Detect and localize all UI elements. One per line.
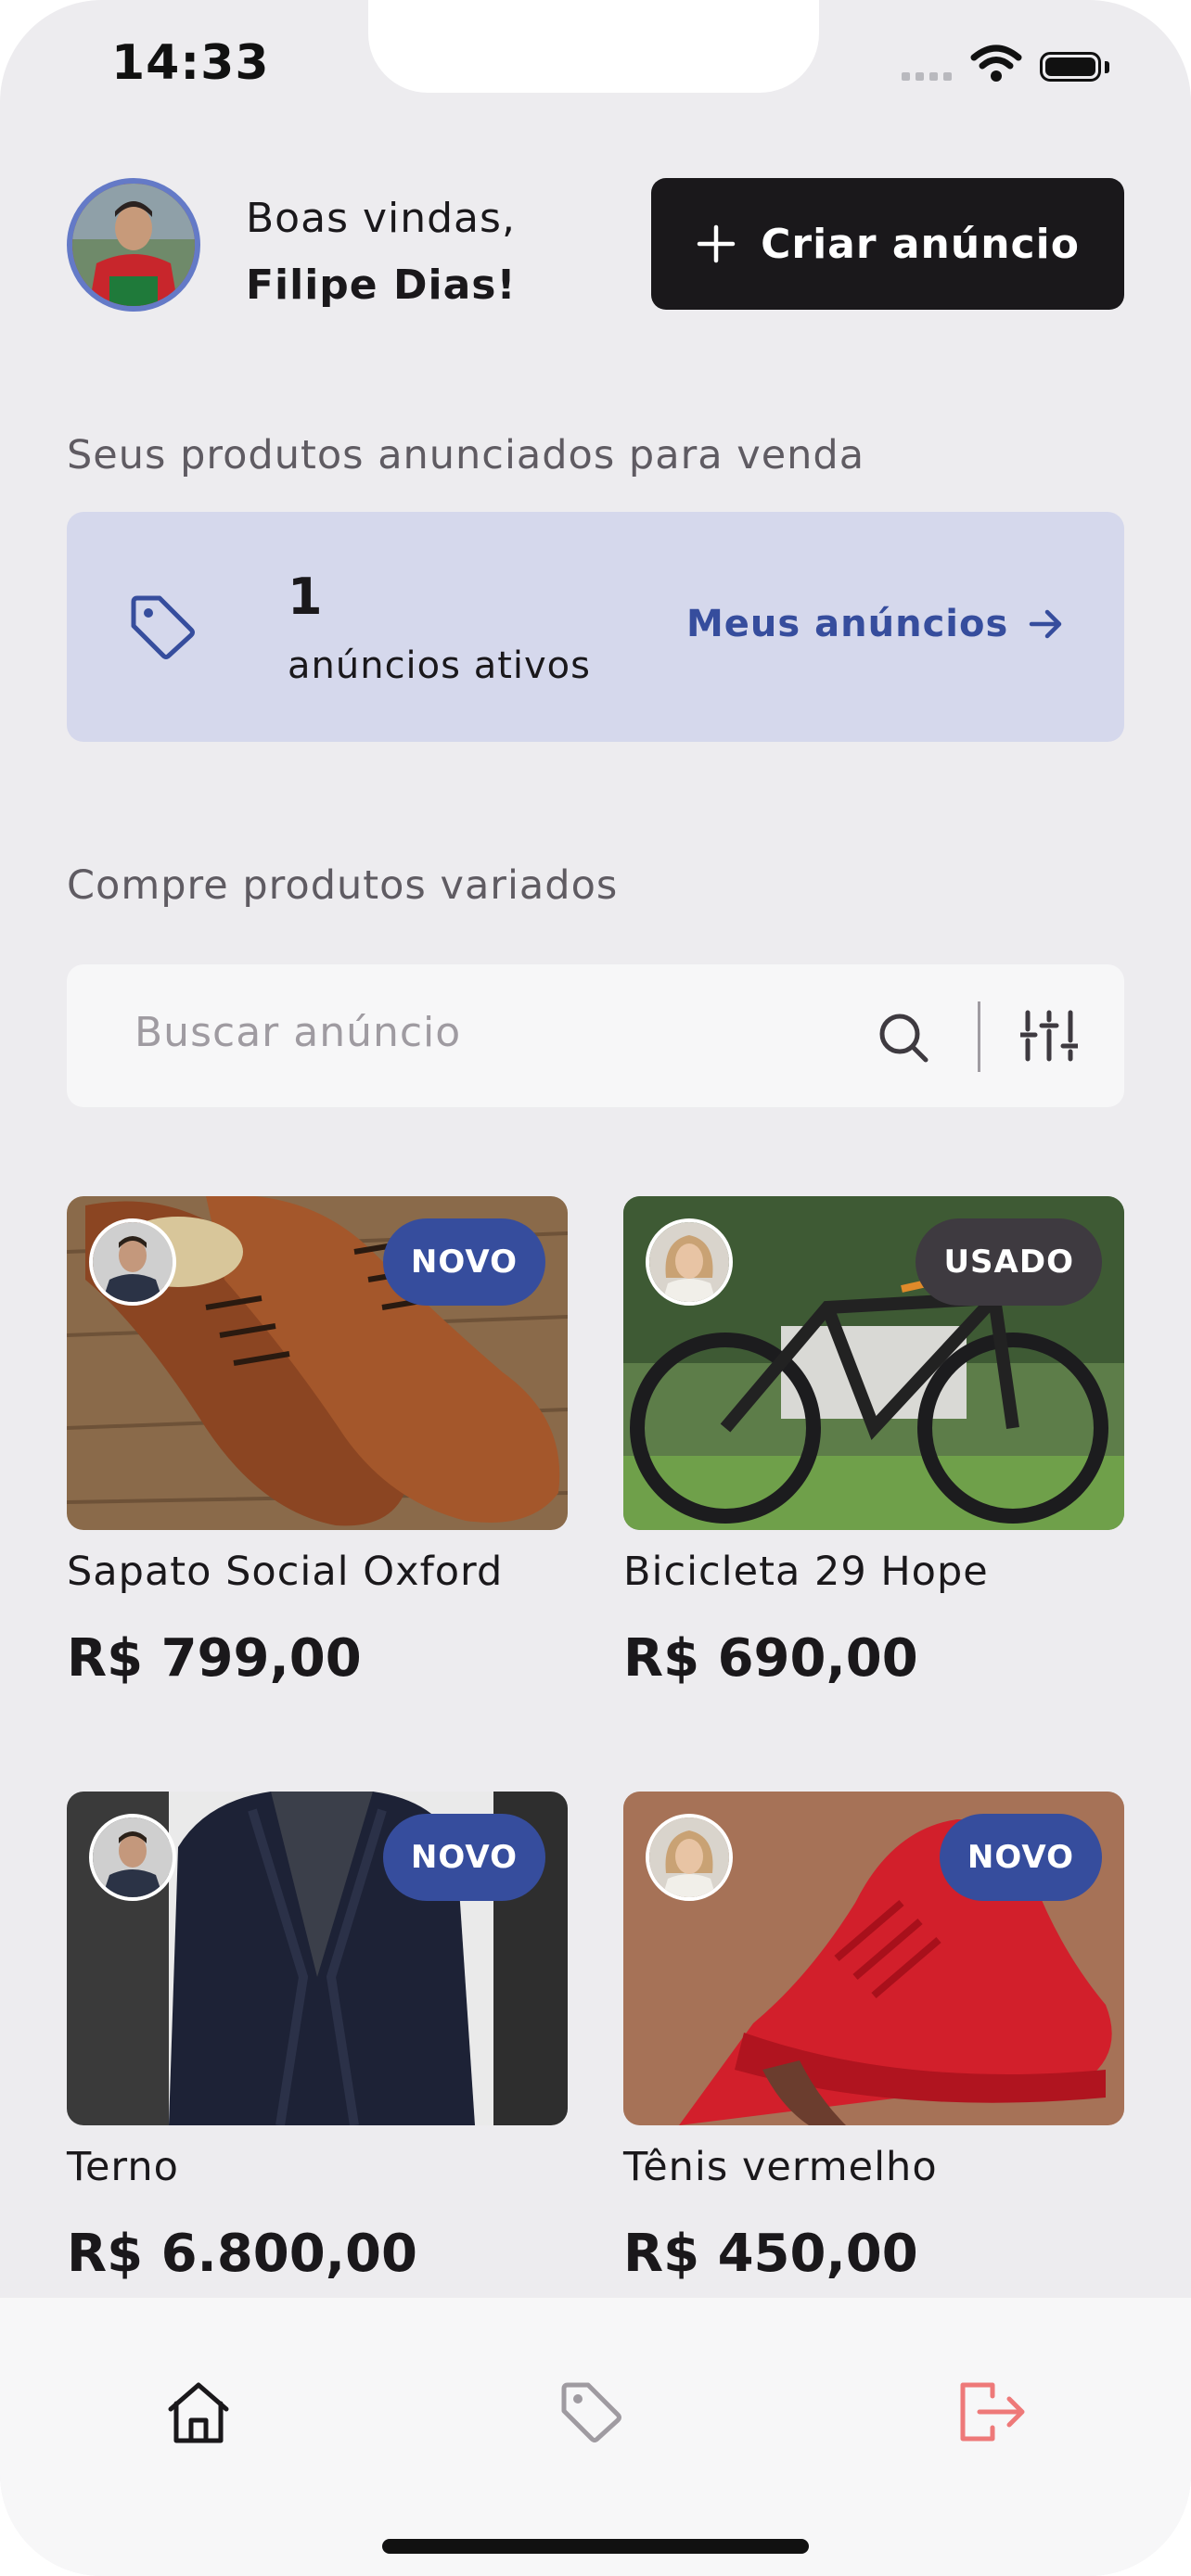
seller-avatar <box>89 1814 176 1901</box>
cellular-signal-icon <box>902 72 952 81</box>
plus-icon <box>697 224 736 263</box>
search-divider <box>978 1001 980 1072</box>
active-ads-label: anúncios ativos <box>288 644 591 687</box>
avatar-image <box>72 184 195 306</box>
shop-section-label: Compre produtos variados <box>67 862 619 909</box>
active-ads-count: 1 <box>288 567 323 626</box>
tag-icon <box>131 595 195 659</box>
product-title: Bicicleta 29 Hope <box>623 1549 989 1595</box>
my-ads-link[interactable]: Meus anúncios <box>686 603 1064 645</box>
seller-avatar <box>646 1814 733 1901</box>
home-indicator[interactable] <box>382 2539 809 2554</box>
search-input[interactable]: Buscar anúncio <box>134 1009 461 1056</box>
product-price: R$ 450,00 <box>623 2224 918 2284</box>
arrow-right-icon <box>1030 609 1062 639</box>
filter-icon[interactable] <box>1020 1009 1078 1063</box>
logout-icon[interactable] <box>955 2379 1028 2444</box>
user-avatar[interactable] <box>67 178 200 312</box>
create-ad-label: Criar anúncio <box>761 220 1080 268</box>
product-price: R$ 799,00 <box>67 1628 362 1689</box>
status-time: 14:33 <box>111 35 270 91</box>
create-ad-button[interactable]: Criar anúncio <box>651 178 1124 310</box>
product-title: Terno <box>67 2144 179 2190</box>
home-icon[interactable] <box>165 2379 232 2446</box>
product-price: R$ 6.800,00 <box>67 2224 417 2284</box>
product-title: Tênis vermelho <box>623 2144 938 2190</box>
battery-icon <box>1040 52 1101 82</box>
condition-badge: USADO <box>916 1218 1102 1306</box>
welcome-text: Boas vindas, Filipe Dias! <box>246 185 517 319</box>
greeting: Boas vindas, <box>246 195 516 242</box>
battery-cap <box>1105 61 1109 73</box>
product-price: R$ 690,00 <box>623 1628 918 1689</box>
seller-avatar <box>89 1218 176 1306</box>
search-icon[interactable] <box>877 1011 930 1065</box>
home-screen: 14:33 Boas vindas, Filipe Dias! Criar an… <box>0 0 1191 2576</box>
user-name: Filipe Dias! <box>246 261 517 309</box>
tag-icon[interactable] <box>560 2381 625 2442</box>
my-ads-link-label: Meus anúncios <box>686 603 1009 645</box>
seller-avatar <box>646 1218 733 1306</box>
condition-badge: NOVO <box>939 1814 1102 1901</box>
product-title: Sapato Social Oxford <box>67 1549 504 1595</box>
my-ads-section-label: Seus produtos anunciados para venda <box>67 432 865 478</box>
wifi-icon <box>970 45 1022 82</box>
condition-badge: NOVO <box>382 1218 545 1306</box>
condition-badge: NOVO <box>382 1814 545 1901</box>
notch <box>368 0 819 93</box>
